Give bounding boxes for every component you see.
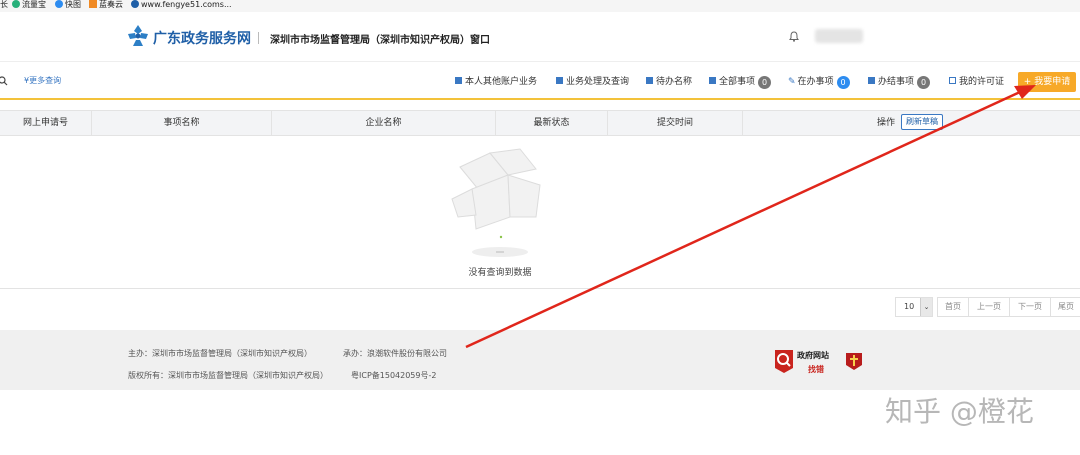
- annotation-arrow: [465, 85, 1036, 349]
- watermark: 知乎 @橙花: [885, 395, 1034, 428]
